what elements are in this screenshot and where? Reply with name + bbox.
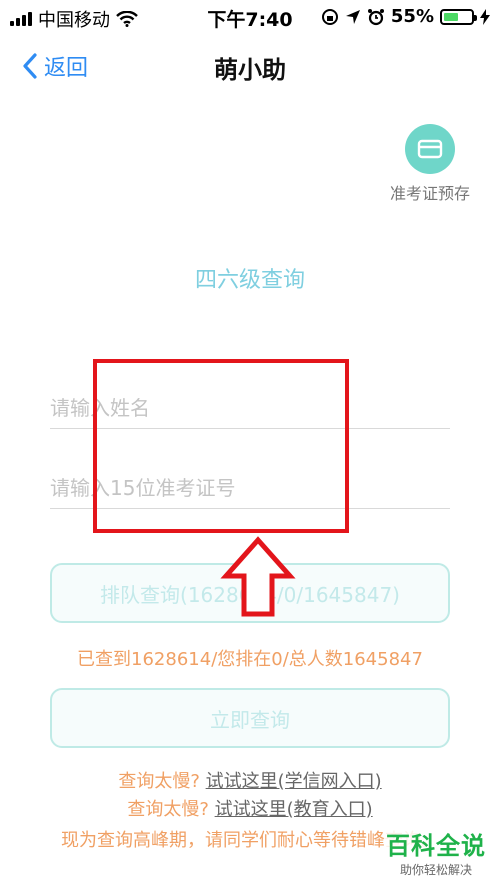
watermark-main: 百科全说 — [386, 832, 486, 860]
alternate-links: 查询太慢? 试试这里(学信网入口) 查询太慢? 试试这里(教育入口) — [0, 768, 500, 824]
navigation-bar: 返回 萌小助 — [0, 34, 500, 98]
link-prefix: 查询太慢? — [118, 771, 206, 792]
xuexin-entry-link[interactable]: 试试这里(学信网入口) — [206, 771, 382, 792]
battery-icon — [440, 8, 477, 25]
ticket-presave-button[interactable]: 准考证预存 — [380, 124, 480, 204]
education-entry-link[interactable]: 试试这里(教育入口) — [215, 799, 373, 820]
link-row-xuexin: 查询太慢? 试试这里(学信网入口) — [0, 768, 500, 796]
query-now-button[interactable]: 立即查询 — [50, 688, 450, 748]
charging-icon — [480, 8, 490, 25]
up-arrow-icon — [220, 536, 296, 617]
rotation-lock-icon — [321, 8, 338, 25]
highlight-box — [93, 359, 349, 533]
link-prefix: 查询太慢? — [127, 799, 215, 820]
queue-status-text: 已查到1628614/您排在0/总人数1645847 — [77, 649, 423, 670]
alarm-icon — [367, 8, 384, 25]
ticket-presave-label: 准考证预存 — [389, 184, 470, 203]
location-icon — [345, 9, 360, 24]
watermark-sub: 助你轻松解决 — [399, 863, 472, 877]
status-right: 55% — [321, 6, 490, 27]
battery-percent: 55% — [390, 6, 434, 27]
link-row-education: 查询太慢? 试试这里(教育入口) — [0, 796, 500, 824]
ticket-icon — [405, 124, 455, 174]
section-title: 四六级查询 — [194, 268, 305, 293]
page-title: 萌小助 — [214, 56, 286, 84]
status-bar: 中国移动 下午7:40 55% — [0, 0, 500, 34]
watermark-logo: 百科全说 助你轻松解决 — [386, 826, 486, 878]
